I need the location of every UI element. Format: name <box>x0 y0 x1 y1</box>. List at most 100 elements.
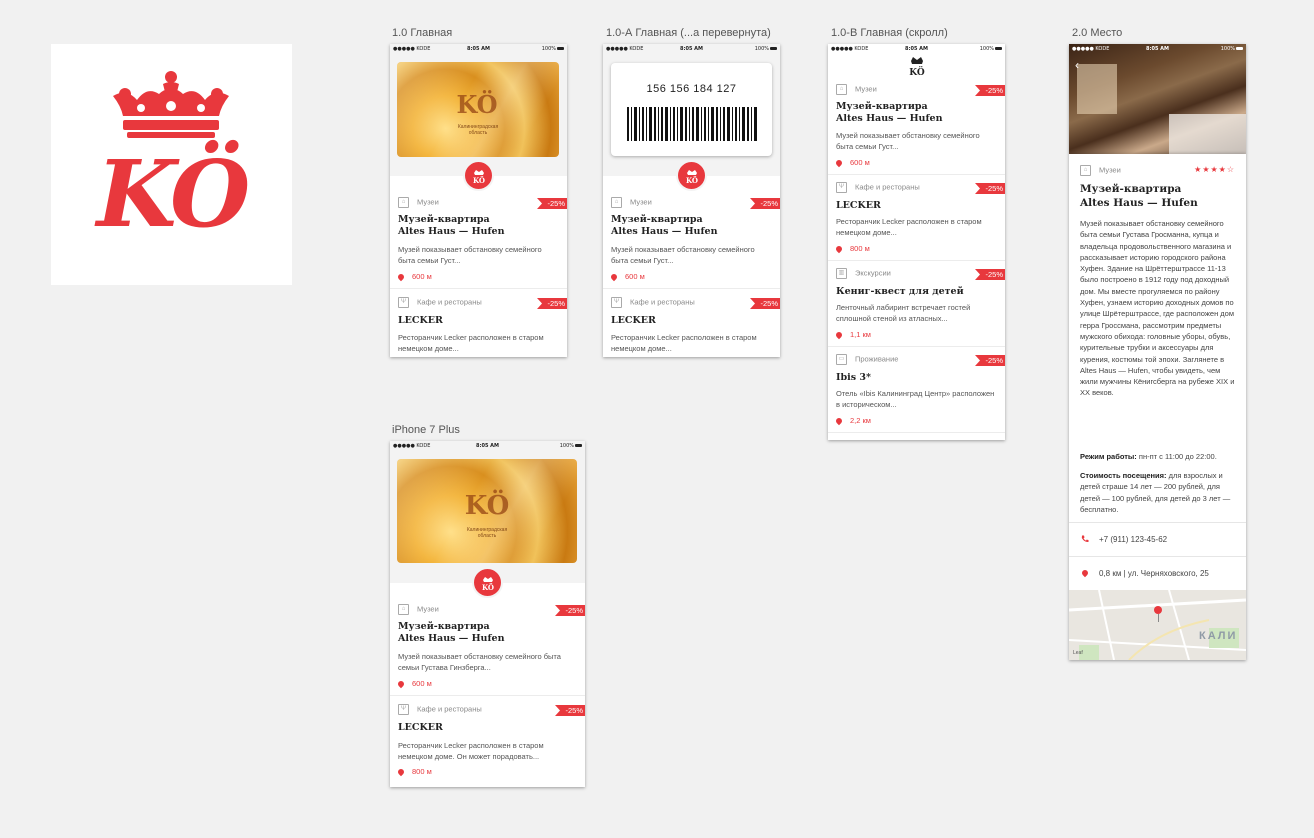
list-item-cafe[interactable]: Ψ Кафе и рестораны -25% LECKER Ресторанчи… <box>603 288 780 357</box>
loyalty-card[interactable]: KÖ Калининградская область <box>397 62 559 157</box>
map-city-label: КАЛИ <box>1199 630 1238 642</box>
item-description: Музей показывает обстановку семейного бы… <box>611 245 755 265</box>
list-item-cafe[interactable]: Ψ Кафе и рестораны -25% LECKER Ресторанчи… <box>828 174 1005 261</box>
brand-badge[interactable]: KÖ <box>676 160 707 191</box>
time-label: 8:05 AM <box>475 443 500 449</box>
places-list: ⌂ Музеи -25% Музей-квартира Altes Haus — H… <box>603 176 780 357</box>
svg-text:KÖ: KÖ <box>482 583 494 591</box>
crown-monogram-icon: KÖ <box>686 169 698 184</box>
title-line-2: Altes Haus — Hufen <box>398 226 505 237</box>
location-pin-icon <box>396 767 406 777</box>
discount-badge: -25% <box>975 269 1005 280</box>
restaurant-icon: Ψ <box>836 182 847 193</box>
list-item-tour[interactable]: ▥ Экскурсии -25% Кениг-квест для детей Ле… <box>828 260 1005 347</box>
battery-indicator: 100% <box>980 44 1002 54</box>
battery-label: 100% <box>559 443 574 449</box>
svg-text:KÖ: KÖ <box>473 176 485 184</box>
location-pin-icon <box>834 158 844 168</box>
item-title: Музей-квартира Altes Haus — Hufen <box>398 621 505 645</box>
category-label: ⌂ Музеи <box>611 197 652 208</box>
title-line-2: Altes Haus — Hufen <box>1080 197 1198 209</box>
barcode-number: 156 156 184 127 <box>646 83 737 95</box>
category-label: Ψ Кафе и рестораны <box>836 182 920 193</box>
map-pin-icon <box>1154 606 1162 614</box>
map-preview[interactable]: КАЛИ Leaf <box>1069 590 1246 660</box>
status-bar: ●●●●● KODE 8:05 AM 100% <box>828 44 1005 54</box>
museum-icon: ⌂ <box>611 197 622 208</box>
discount-badge: -25% <box>555 605 585 616</box>
category-label: Ψ Кафе и рестораны <box>398 297 482 308</box>
artboard-iphone-7-plus: ●●●●● KODE 8:05 AM 100% KÖ Калининградск… <box>390 441 585 787</box>
phone-row[interactable]: +7 (911) 123-45-62 <box>1069 522 1246 556</box>
title-line-1: Музей-квартира <box>836 101 928 112</box>
artboard-label-home-scroll: 1.0-В Главная (скролл) <box>831 27 948 39</box>
category-label: ⌂ Музеи <box>398 604 439 615</box>
list-item-museum[interactable]: ⌂ Музеи -25% Музей-квартира Altes Haus — H… <box>828 77 1005 175</box>
item-description: Ресторанчик Lecker расположен в старом н… <box>836 217 982 237</box>
discount-badge: -25% <box>750 198 780 209</box>
places-list: ⌂ Музеи -25% Музей-квартира Altes Haus — H… <box>390 176 567 357</box>
time-label: 8:05 AM <box>904 46 929 52</box>
category-label: Ψ Кафе и рестораны <box>611 297 695 308</box>
card-region-label: Калининградская область <box>466 527 508 539</box>
list-item-cafe[interactable]: Ψ Кафе и рестораны -25% LECKER Ресторанчи… <box>390 695 585 787</box>
location-pin-icon <box>834 416 844 426</box>
distance-text: 600 м <box>850 158 870 167</box>
artboard-label-plus: iPhone 7 Plus <box>392 424 460 436</box>
list-item-cafe[interactable]: Ψ Кафе и рестораны -25% LECKER Ресторанчи… <box>390 288 567 357</box>
title-line-1: Музей-квартира <box>611 214 703 225</box>
list-item-museum[interactable]: ⌂ Музеи -25% Музей-квартира Altes Haus — H… <box>390 583 585 696</box>
artboard-place: ●●●●● KODE 8:05 AM 100% ‹ ⌂ Музеи ★★★★☆ М… <box>1069 44 1246 660</box>
list-item-museum[interactable]: ⌂ Музеи -25% Музей-квартира Altes Haus — H… <box>390 176 567 289</box>
discount-badge: -25% <box>537 198 567 209</box>
app-logo: KÖ <box>51 44 292 285</box>
loyalty-card[interactable]: KÖ Калининградская область <box>397 459 577 563</box>
brand-badge[interactable]: KÖ <box>463 160 494 191</box>
distance-text: 2,2 км <box>850 416 871 425</box>
barcode-card[interactable]: 156 156 184 127 <box>611 63 772 156</box>
category-text: Музеи <box>630 197 652 207</box>
restaurant-icon: Ψ <box>611 297 622 308</box>
item-distance: 600 м <box>396 679 432 689</box>
item-title: LECKER <box>398 315 443 326</box>
artboard-label-home: 1.0 Главная <box>392 27 453 39</box>
item-title: Музей-квартира Altes Haus — Hufen <box>611 214 718 238</box>
list-item-museum[interactable]: ⌂ Музеи -25% Музей-квартира Altes Haus — H… <box>603 176 780 289</box>
category-label: ▭ Проживание <box>836 354 898 365</box>
barcode-graphic <box>627 107 757 141</box>
item-description: Ленточный лабиринт встречает гостей спло… <box>836 303 971 323</box>
brand-badge[interactable]: KÖ <box>472 567 503 598</box>
address-row[interactable]: 0,8 км | ул. Черняховского, 25 <box>1069 556 1246 590</box>
distance-text: 1,1 км <box>850 330 871 339</box>
discount-badge: -25% <box>975 355 1005 366</box>
card-monogram: KÖ <box>456 90 498 119</box>
distance-text: 600 м <box>412 272 432 281</box>
museum-icon: ⌂ <box>398 604 409 615</box>
list-item-hotel[interactable]: ▭ Проживание -25% Ibis 3* Отель «Ibis Кал… <box>828 346 1005 433</box>
category-text: Кафе и рестораны <box>630 297 695 307</box>
back-arrow-icon[interactable]: ‹ <box>1075 58 1079 72</box>
time-label: 8:05 AM <box>466 46 491 52</box>
artboard-label-place: 2.0 Место <box>1072 27 1123 39</box>
place-photo <box>1069 44 1246 156</box>
museum-icon: ⌂ <box>1080 165 1091 176</box>
category-label: ▥ Экскурсии <box>836 268 891 279</box>
title-line-1: Музей-квартира <box>398 621 490 632</box>
item-title: LECKER <box>398 722 443 733</box>
title-line-2: Altes Haus — Hufen <box>611 226 718 237</box>
category-label: ⌂ Музеи <box>398 197 439 208</box>
item-description: Отель «Ibis Калининград Центр» расположе… <box>836 389 995 409</box>
item-distance: 1,1 км <box>834 330 871 340</box>
location-pin-icon <box>396 679 406 689</box>
item-distance: 600 м <box>834 158 870 168</box>
item-title: Музей-квартира Altes Haus — Hufen <box>398 214 505 238</box>
distance-text: 800 м <box>850 244 870 253</box>
item-description: Ресторанчик Lecker расположен в старом н… <box>398 741 544 761</box>
battery-label: 100% <box>979 46 994 52</box>
item-title: LECKER <box>836 200 881 211</box>
opening-hours: Режим работы: пн-пт с 11:00 до 22:00. <box>1080 451 1235 462</box>
item-title: Кениг-квест для детей <box>836 286 964 297</box>
restaurant-icon: Ψ <box>398 297 409 308</box>
time-label: 8:05 AM <box>679 46 704 52</box>
location-pin-icon <box>834 244 844 254</box>
